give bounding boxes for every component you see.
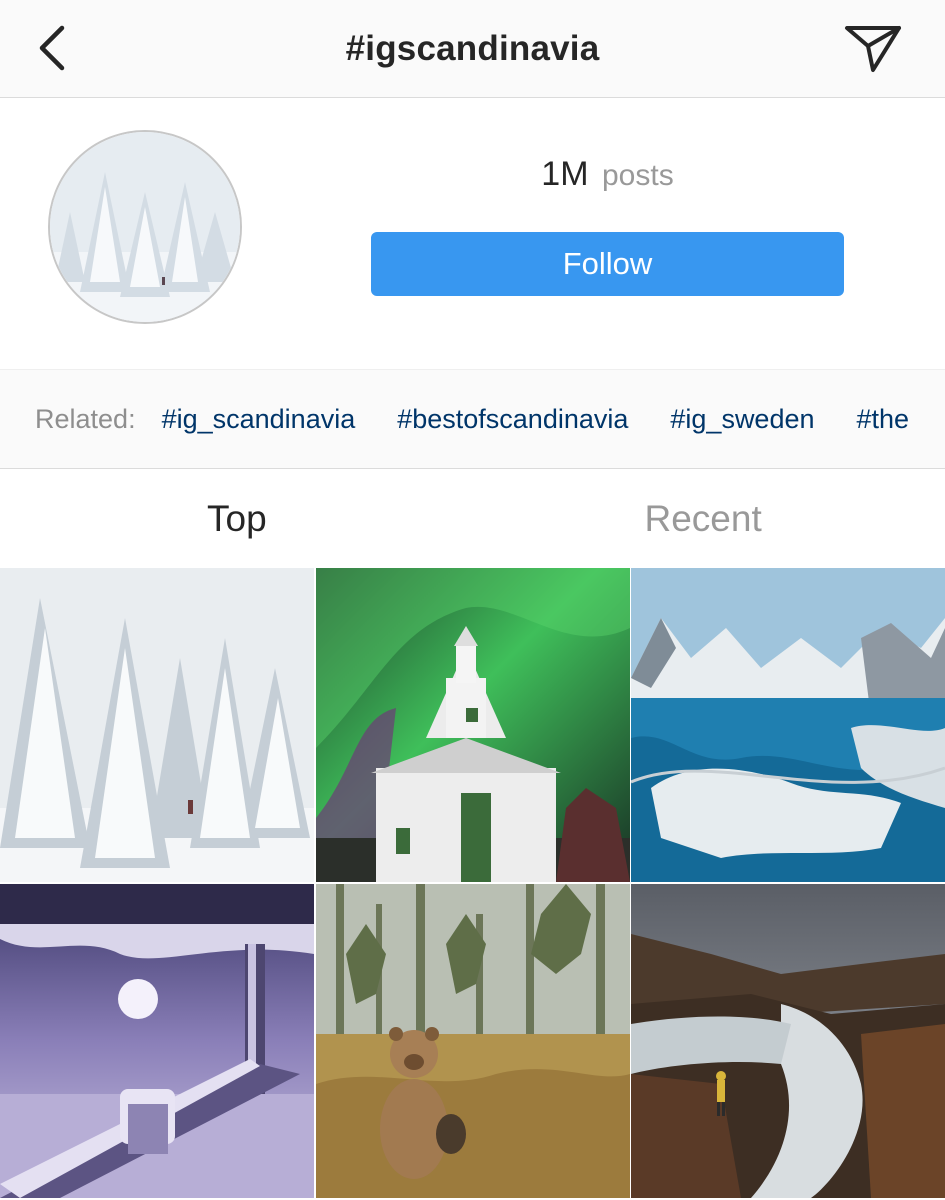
post-thumbnail[interactable] [316,568,630,882]
share-button[interactable] [843,20,905,76]
post-thumbnail[interactable] [631,884,945,1198]
tab-recent[interactable]: Recent [473,470,945,567]
related-tag[interactable]: #the [857,404,910,435]
paper-plane-icon [845,26,901,72]
related-tag[interactable]: #bestofscandinavia [397,404,628,435]
post-thumbnail[interactable] [0,568,314,882]
post-grid [0,568,945,1200]
nav-header: #igscandinavia [0,0,945,98]
chevron-left-icon [39,25,65,71]
related-hashtags: Related: #ig_scandinavia #bestofscandina… [0,369,945,469]
back-button[interactable] [30,20,80,76]
hashtag-avatar[interactable] [48,130,242,324]
related-tag[interactable]: #ig_scandinavia [162,404,356,435]
post-thumbnail[interactable] [0,884,314,1198]
related-tag[interactable]: #ig_sweden [670,404,814,435]
feed-tabs: Top Recent [0,470,945,567]
hashtag-profile: 1M posts Follow [0,99,945,369]
page-title: #igscandinavia [345,28,600,68]
posts-count-label: posts [601,159,674,192]
tab-top[interactable]: Top [0,470,473,567]
post-thumbnail[interactable] [631,568,945,882]
posts-count: 1M posts [371,155,844,194]
posts-count-value: 1M [541,155,589,193]
follow-button[interactable]: Follow [371,232,844,296]
related-label: Related: [35,403,136,434]
post-thumbnail[interactable] [316,884,630,1198]
